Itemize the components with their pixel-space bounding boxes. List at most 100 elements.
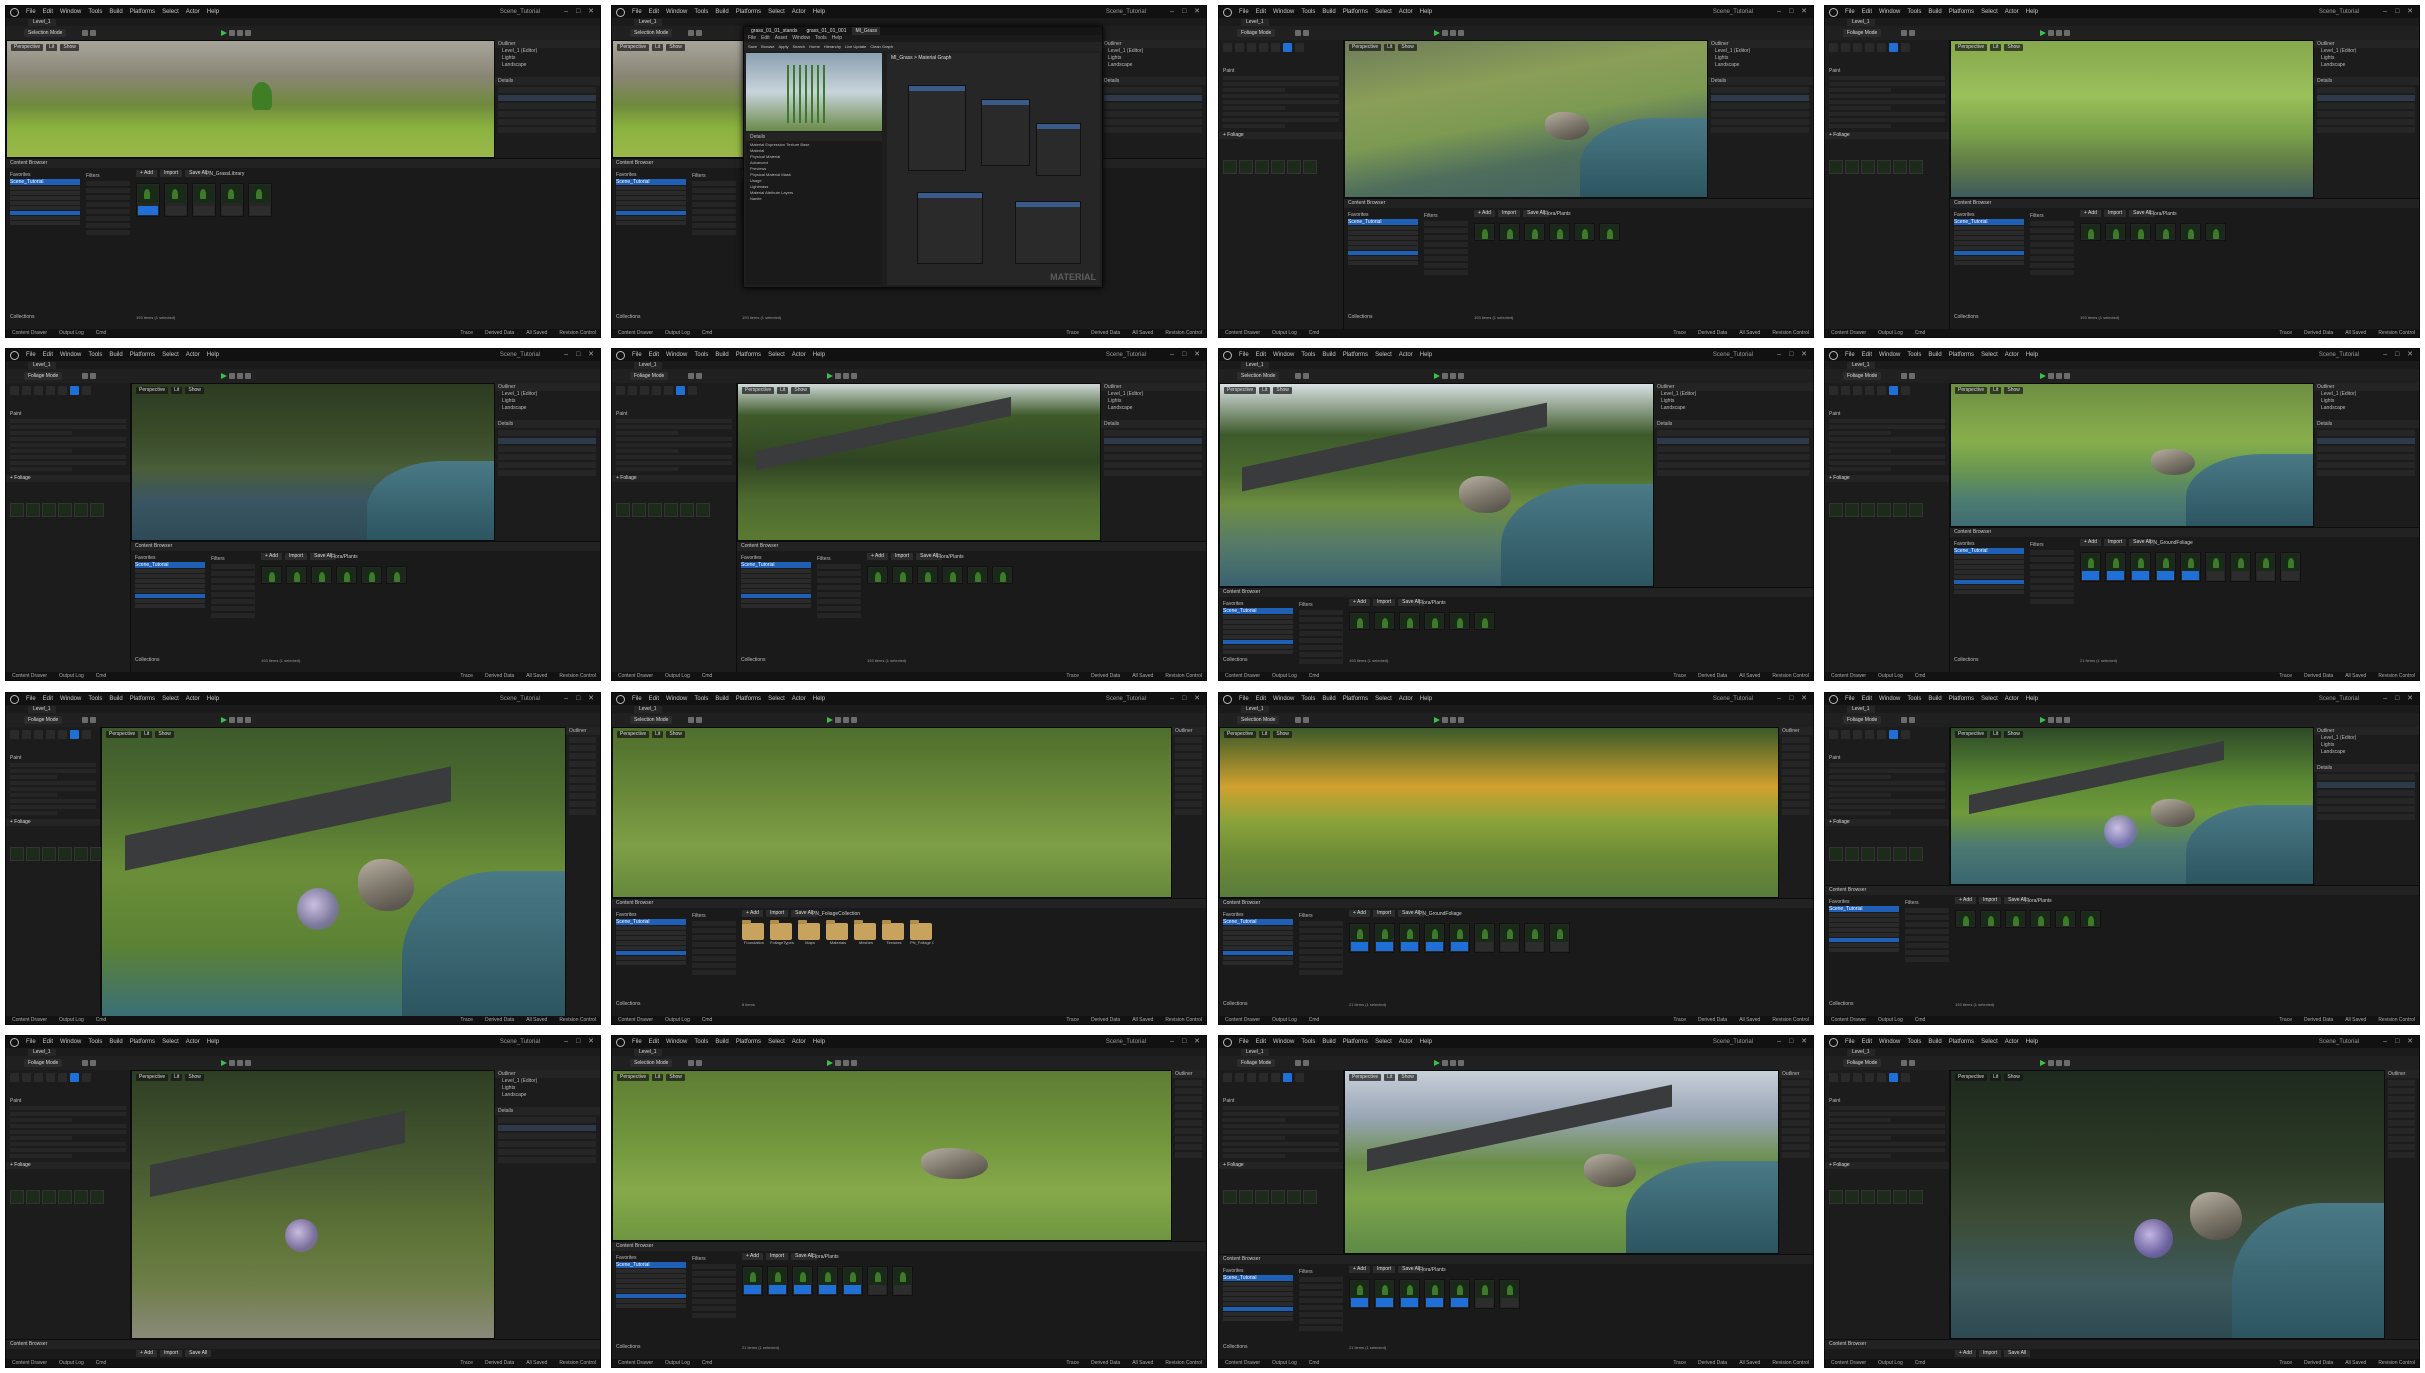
asset-thumbnail[interactable] bbox=[817, 1266, 838, 1296]
folder-tree-item[interactable] bbox=[1954, 256, 2024, 260]
foliage-tool-icon[interactable] bbox=[1841, 43, 1850, 52]
outliner-item[interactable]: Landscape bbox=[1653, 405, 1813, 412]
details-row[interactable] bbox=[569, 793, 596, 799]
folder-tree-item[interactable] bbox=[1223, 645, 1293, 649]
property-row[interactable] bbox=[1829, 449, 1891, 453]
toolbar-icon[interactable] bbox=[1450, 1060, 1456, 1066]
toolbar-icon[interactable] bbox=[696, 30, 702, 36]
property-row[interactable] bbox=[10, 461, 126, 465]
material-section[interactable]: Material Attribute Layers bbox=[746, 190, 882, 195]
menu-item-help[interactable]: Help bbox=[2026, 1039, 2038, 1045]
toolbar-icon[interactable] bbox=[229, 30, 235, 36]
menu-item-window[interactable]: Window bbox=[1879, 696, 1900, 702]
details-row[interactable] bbox=[1657, 430, 1809, 436]
material-node[interactable] bbox=[916, 192, 983, 264]
menu-item-select[interactable]: Select bbox=[768, 352, 785, 358]
filters-panel[interactable]: Filters bbox=[211, 554, 255, 664]
menu-item-actor[interactable]: Actor bbox=[2005, 1039, 2019, 1045]
foliage-type-thumb[interactable] bbox=[632, 503, 646, 517]
property-row[interactable] bbox=[10, 1118, 72, 1122]
output-log-button[interactable]: Output Log bbox=[665, 329, 690, 337]
content-path[interactable]: Flora/Plants bbox=[2150, 211, 2177, 217]
foliage-type-thumb[interactable] bbox=[1877, 847, 1891, 861]
property-row[interactable] bbox=[616, 467, 678, 471]
filter-item[interactable] bbox=[211, 599, 255, 604]
foliage-type-thumb[interactable] bbox=[58, 847, 72, 861]
asset-thumbnail[interactable] bbox=[2230, 552, 2251, 582]
folder-tree-item[interactable] bbox=[616, 926, 686, 930]
foliage-tool-icon[interactable] bbox=[58, 1073, 67, 1082]
asset-thumbnail[interactable] bbox=[767, 1266, 788, 1296]
perspective-button[interactable]: Perspective bbox=[617, 44, 650, 51]
filter-item[interactable] bbox=[692, 230, 736, 235]
level-viewport[interactable]: Perspective Lit Show bbox=[1219, 727, 1779, 898]
content-drawer-button[interactable]: Content Drawer bbox=[618, 672, 653, 680]
filter-item[interactable] bbox=[2030, 228, 2074, 233]
import-button[interactable]: Import bbox=[1497, 210, 1521, 217]
toolbar-icon[interactable] bbox=[843, 717, 849, 723]
folder-tree-item[interactable] bbox=[1954, 560, 2024, 564]
filter-item[interactable] bbox=[692, 1306, 736, 1311]
folder-tree-item[interactable] bbox=[135, 579, 205, 583]
property-row[interactable] bbox=[10, 1136, 72, 1140]
content-path[interactable]: Flora/Plants bbox=[812, 1254, 839, 1260]
folder-tree-item[interactable] bbox=[1954, 231, 2024, 235]
content-drawer-button[interactable]: Content Drawer bbox=[618, 1016, 653, 1024]
cmd-input[interactable]: Cmd bbox=[1915, 672, 1926, 680]
perspective-button[interactable]: Perspective bbox=[1349, 44, 1382, 51]
details-row[interactable] bbox=[1657, 438, 1809, 444]
foliage-tool-icon[interactable] bbox=[22, 386, 31, 395]
perspective-button[interactable]: Perspective bbox=[136, 1074, 169, 1081]
revision-control-button[interactable]: Revision Control bbox=[1165, 329, 1202, 337]
toolbar-icon[interactable] bbox=[2064, 1060, 2070, 1066]
cmd-input[interactable]: Cmd bbox=[96, 329, 107, 337]
asset-thumbnail[interactable] bbox=[2105, 552, 2126, 582]
scene-tutorial-folder[interactable]: Scene_Tutorial bbox=[135, 562, 205, 568]
folder-item[interactable]: FoliageTypes bbox=[770, 920, 794, 945]
filter-item[interactable] bbox=[2030, 256, 2074, 261]
play-button-icon[interactable] bbox=[1434, 373, 1440, 379]
foliage-type-thumb[interactable] bbox=[42, 847, 56, 861]
foliage-type-thumb[interactable] bbox=[1877, 503, 1891, 517]
collections-section[interactable]: Collections bbox=[1223, 657, 1247, 663]
filter-item[interactable] bbox=[1299, 645, 1343, 650]
foliage-type-thumb[interactable] bbox=[1271, 1190, 1285, 1204]
filter-item[interactable] bbox=[1299, 610, 1343, 615]
outliner-item[interactable]: Level_1 (Editor) bbox=[1100, 48, 1206, 55]
toolbar-icon[interactable] bbox=[2056, 30, 2062, 36]
material-menu-item[interactable]: Tools bbox=[815, 35, 827, 42]
folder-tree[interactable]: Favorites Scene_Tutorial bbox=[616, 1254, 686, 1351]
toolbar-icon[interactable] bbox=[1450, 717, 1456, 723]
outliner-item[interactable]: Lights bbox=[2313, 742, 2419, 749]
level-tab[interactable]: Level_1 bbox=[1241, 362, 1269, 369]
folder-tree-item[interactable] bbox=[616, 1304, 686, 1308]
toolbar-icon[interactable] bbox=[851, 717, 857, 723]
mode-dropdown[interactable]: Selection Mode bbox=[630, 716, 673, 724]
filter-item[interactable] bbox=[1424, 228, 1468, 233]
content-drawer-button[interactable]: Content Drawer bbox=[1831, 672, 1866, 680]
add-button[interactable]: + Add bbox=[1349, 599, 1370, 606]
revision-control-button[interactable]: Revision Control bbox=[1165, 672, 1202, 680]
property-row[interactable] bbox=[616, 443, 732, 447]
folder-tree-item[interactable] bbox=[1954, 590, 2024, 594]
details-row[interactable] bbox=[1711, 95, 1809, 101]
details-row[interactable] bbox=[1657, 470, 1809, 476]
details-row[interactable] bbox=[1175, 809, 1202, 815]
content-path[interactable]: PN_GroundFoliage bbox=[1419, 911, 1462, 917]
favorites-section[interactable]: Favorites bbox=[10, 172, 80, 178]
details-row[interactable] bbox=[1104, 103, 1202, 109]
foliage-tool-icon[interactable] bbox=[1901, 386, 1910, 395]
toolbar-icon[interactable] bbox=[1442, 717, 1448, 723]
folder-tree-item[interactable] bbox=[1223, 1287, 1293, 1291]
revision-control-button[interactable]: Revision Control bbox=[2378, 672, 2415, 680]
scene-tutorial-folder[interactable]: Scene_Tutorial bbox=[1954, 548, 2024, 554]
collections-section[interactable]: Collections bbox=[1348, 314, 1372, 320]
material-section[interactable]: Material Expression Texture Base bbox=[746, 142, 882, 147]
folder-tree-item[interactable] bbox=[1954, 575, 2024, 579]
collections-section[interactable]: Collections bbox=[1223, 1344, 1247, 1350]
play-button-icon[interactable] bbox=[2040, 373, 2046, 379]
toolbar-icon[interactable] bbox=[688, 373, 694, 379]
property-row[interactable] bbox=[1829, 1130, 1945, 1134]
foliage-type-thumb[interactable] bbox=[1861, 847, 1875, 861]
details-row[interactable] bbox=[498, 1149, 596, 1155]
